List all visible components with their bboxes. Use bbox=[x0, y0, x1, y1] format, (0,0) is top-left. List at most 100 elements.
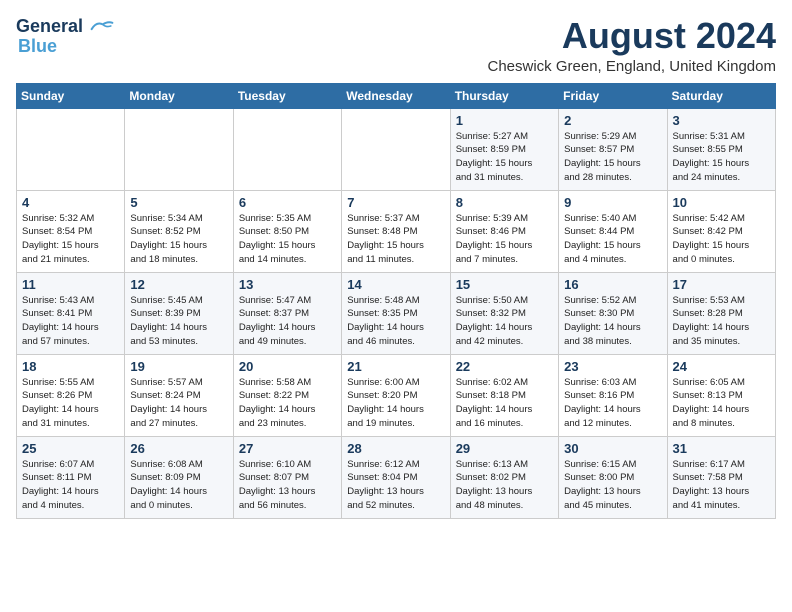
day-info: Sunrise: 6:12 AM Sunset: 8:04 PM Dayligh… bbox=[347, 458, 444, 513]
calendar-table: SundayMondayTuesdayWednesdayThursdayFrid… bbox=[16, 83, 776, 519]
col-header-saturday: Saturday bbox=[667, 83, 775, 108]
day-info: Sunrise: 5:40 AM Sunset: 8:44 PM Dayligh… bbox=[564, 212, 661, 267]
calendar-cell: 6 Sunrise: 5:35 AM Sunset: 8:50 PM Daylig… bbox=[233, 190, 341, 272]
day-number: 6 bbox=[239, 195, 336, 210]
day-number: 27 bbox=[239, 441, 336, 456]
day-number: 1 bbox=[456, 113, 553, 128]
col-header-friday: Friday bbox=[559, 83, 667, 108]
day-number: 24 bbox=[673, 359, 770, 374]
day-info: Sunrise: 5:29 AM Sunset: 8:57 PM Dayligh… bbox=[564, 130, 661, 185]
day-info: Sunrise: 6:00 AM Sunset: 8:20 PM Dayligh… bbox=[347, 376, 444, 431]
calendar-cell: 8Sunrise: 5:39 AM Sunset: 8:46 PM Daylig… bbox=[450, 190, 558, 272]
day-number: 19 bbox=[130, 359, 227, 374]
day-info: Sunrise: 5:31 AM Sunset: 8:55 PM Dayligh… bbox=[673, 130, 770, 185]
day-number: 2 bbox=[564, 113, 661, 128]
col-header-tuesday: Tuesday bbox=[233, 83, 341, 108]
calendar-cell: 11Sunrise: 5:43 AM Sunset: 8:41 PM Dayli… bbox=[17, 272, 125, 354]
calendar-cell: 19 Sunrise: 5:57 AM Sunset: 8:24 PM Dayli… bbox=[125, 354, 233, 436]
col-header-monday: Monday bbox=[125, 83, 233, 108]
calendar-cell: 14 Sunrise: 5:48 AM Sunset: 8:35 PM Dayli… bbox=[342, 272, 450, 354]
day-number: 22 bbox=[456, 359, 553, 374]
calendar-cell bbox=[17, 108, 125, 190]
day-number: 7 bbox=[347, 195, 444, 210]
day-number: 31 bbox=[673, 441, 770, 456]
day-number: 25 bbox=[22, 441, 119, 456]
col-header-thursday: Thursday bbox=[450, 83, 558, 108]
day-info: Sunrise: 5:32 AM Sunset: 8:54 PM Dayligh… bbox=[22, 212, 119, 267]
day-number: 18 bbox=[22, 359, 119, 374]
calendar-cell: 28Sunrise: 6:12 AM Sunset: 8:04 PM Dayli… bbox=[342, 436, 450, 518]
logo-general: General bbox=[16, 16, 83, 36]
calendar-cell: 27 Sunrise: 6:10 AM Sunset: 8:07 PM Dayli… bbox=[233, 436, 341, 518]
day-number: 13 bbox=[239, 277, 336, 292]
calendar-cell: 12Sunrise: 5:45 AM Sunset: 8:39 PM Dayli… bbox=[125, 272, 233, 354]
day-info: Sunrise: 6:03 AM Sunset: 8:16 PM Dayligh… bbox=[564, 376, 661, 431]
day-number: 20 bbox=[239, 359, 336, 374]
day-number: 16 bbox=[564, 277, 661, 292]
day-number: 26 bbox=[130, 441, 227, 456]
day-number: 4 bbox=[22, 195, 119, 210]
col-header-sunday: Sunday bbox=[17, 83, 125, 108]
calendar-cell: 2 Sunrise: 5:29 AM Sunset: 8:57 PM Daylig… bbox=[559, 108, 667, 190]
day-info: Sunrise: 6:05 AM Sunset: 8:13 PM Dayligh… bbox=[673, 376, 770, 431]
day-info: Sunrise: 5:55 AM Sunset: 8:26 PM Dayligh… bbox=[22, 376, 119, 431]
day-info: Sunrise: 6:07 AM Sunset: 8:11 PM Dayligh… bbox=[22, 458, 119, 513]
day-info: Sunrise: 6:13 AM Sunset: 8:02 PM Dayligh… bbox=[456, 458, 553, 513]
calendar-week-row: 25 Sunrise: 6:07 AM Sunset: 8:11 PM Dayli… bbox=[17, 436, 776, 518]
calendar-week-row: 11Sunrise: 5:43 AM Sunset: 8:41 PM Dayli… bbox=[17, 272, 776, 354]
calendar-week-row: 1 Sunrise: 5:27 AM Sunset: 8:59 PM Daylig… bbox=[17, 108, 776, 190]
day-number: 5 bbox=[130, 195, 227, 210]
day-number: 23 bbox=[564, 359, 661, 374]
logo-blue: Blue bbox=[18, 36, 57, 57]
calendar-cell: 20Sunrise: 5:58 AM Sunset: 8:22 PM Dayli… bbox=[233, 354, 341, 436]
day-info: Sunrise: 6:10 AM Sunset: 8:07 PM Dayligh… bbox=[239, 458, 336, 513]
calendar-cell: 29 Sunrise: 6:13 AM Sunset: 8:02 PM Dayli… bbox=[450, 436, 558, 518]
calendar-week-row: 18 Sunrise: 5:55 AM Sunset: 8:26 PM Dayli… bbox=[17, 354, 776, 436]
day-number: 21 bbox=[347, 359, 444, 374]
day-info: Sunrise: 5:27 AM Sunset: 8:59 PM Dayligh… bbox=[456, 130, 553, 185]
calendar-cell bbox=[125, 108, 233, 190]
logo-bird-icon bbox=[90, 18, 114, 34]
col-header-wednesday: Wednesday bbox=[342, 83, 450, 108]
calendar-cell: 5Sunrise: 5:34 AM Sunset: 8:52 PM Daylig… bbox=[125, 190, 233, 272]
calendar-cell: 4 Sunrise: 5:32 AM Sunset: 8:54 PM Daylig… bbox=[17, 190, 125, 272]
day-number: 11 bbox=[22, 277, 119, 292]
month-year-title: August 2024 bbox=[488, 16, 777, 56]
day-number: 15 bbox=[456, 277, 553, 292]
logo: General Blue bbox=[16, 16, 114, 57]
calendar-cell: 25 Sunrise: 6:07 AM Sunset: 8:11 PM Dayli… bbox=[17, 436, 125, 518]
calendar-cell: 10 Sunrise: 5:42 AM Sunset: 8:42 PM Dayli… bbox=[667, 190, 775, 272]
day-info: Sunrise: 5:39 AM Sunset: 8:46 PM Dayligh… bbox=[456, 212, 553, 267]
calendar-cell: 22Sunrise: 6:02 AM Sunset: 8:18 PM Dayli… bbox=[450, 354, 558, 436]
calendar-cell: 15 Sunrise: 5:50 AM Sunset: 8:32 PM Dayli… bbox=[450, 272, 558, 354]
calendar-cell: 3 Sunrise: 5:31 AM Sunset: 8:55 PM Daylig… bbox=[667, 108, 775, 190]
location-subtitle: Cheswick Green, England, United Kingdom bbox=[488, 58, 777, 75]
day-info: Sunrise: 5:57 AM Sunset: 8:24 PM Dayligh… bbox=[130, 376, 227, 431]
day-number: 14 bbox=[347, 277, 444, 292]
day-info: Sunrise: 5:48 AM Sunset: 8:35 PM Dayligh… bbox=[347, 294, 444, 349]
calendar-cell: 21 Sunrise: 6:00 AM Sunset: 8:20 PM Dayli… bbox=[342, 354, 450, 436]
day-number: 29 bbox=[456, 441, 553, 456]
day-info: Sunrise: 5:50 AM Sunset: 8:32 PM Dayligh… bbox=[456, 294, 553, 349]
day-info: Sunrise: 5:53 AM Sunset: 8:28 PM Dayligh… bbox=[673, 294, 770, 349]
day-number: 3 bbox=[673, 113, 770, 128]
day-info: Sunrise: 5:42 AM Sunset: 8:42 PM Dayligh… bbox=[673, 212, 770, 267]
day-info: Sunrise: 6:15 AM Sunset: 8:00 PM Dayligh… bbox=[564, 458, 661, 513]
day-info: Sunrise: 5:45 AM Sunset: 8:39 PM Dayligh… bbox=[130, 294, 227, 349]
day-info: Sunrise: 6:17 AM Sunset: 7:58 PM Dayligh… bbox=[673, 458, 770, 513]
calendar-cell bbox=[233, 108, 341, 190]
day-number: 10 bbox=[673, 195, 770, 210]
calendar-cell: 9Sunrise: 5:40 AM Sunset: 8:44 PM Daylig… bbox=[559, 190, 667, 272]
calendar-week-row: 4 Sunrise: 5:32 AM Sunset: 8:54 PM Daylig… bbox=[17, 190, 776, 272]
calendar-cell: 18 Sunrise: 5:55 AM Sunset: 8:26 PM Dayli… bbox=[17, 354, 125, 436]
day-info: Sunrise: 5:35 AM Sunset: 8:50 PM Dayligh… bbox=[239, 212, 336, 267]
day-info: Sunrise: 5:47 AM Sunset: 8:37 PM Dayligh… bbox=[239, 294, 336, 349]
day-info: Sunrise: 5:37 AM Sunset: 8:48 PM Dayligh… bbox=[347, 212, 444, 267]
title-block: August 2024 Cheswick Green, England, Uni… bbox=[488, 16, 777, 75]
calendar-cell: 13 Sunrise: 5:47 AM Sunset: 8:37 PM Dayli… bbox=[233, 272, 341, 354]
calendar-cell bbox=[342, 108, 450, 190]
page-header: General Blue August 2024 Cheswick Green,… bbox=[16, 16, 776, 75]
calendar-cell: 30Sunrise: 6:15 AM Sunset: 8:00 PM Dayli… bbox=[559, 436, 667, 518]
day-info: Sunrise: 5:52 AM Sunset: 8:30 PM Dayligh… bbox=[564, 294, 661, 349]
calendar-cell: 24 Sunrise: 6:05 AM Sunset: 8:13 PM Dayli… bbox=[667, 354, 775, 436]
